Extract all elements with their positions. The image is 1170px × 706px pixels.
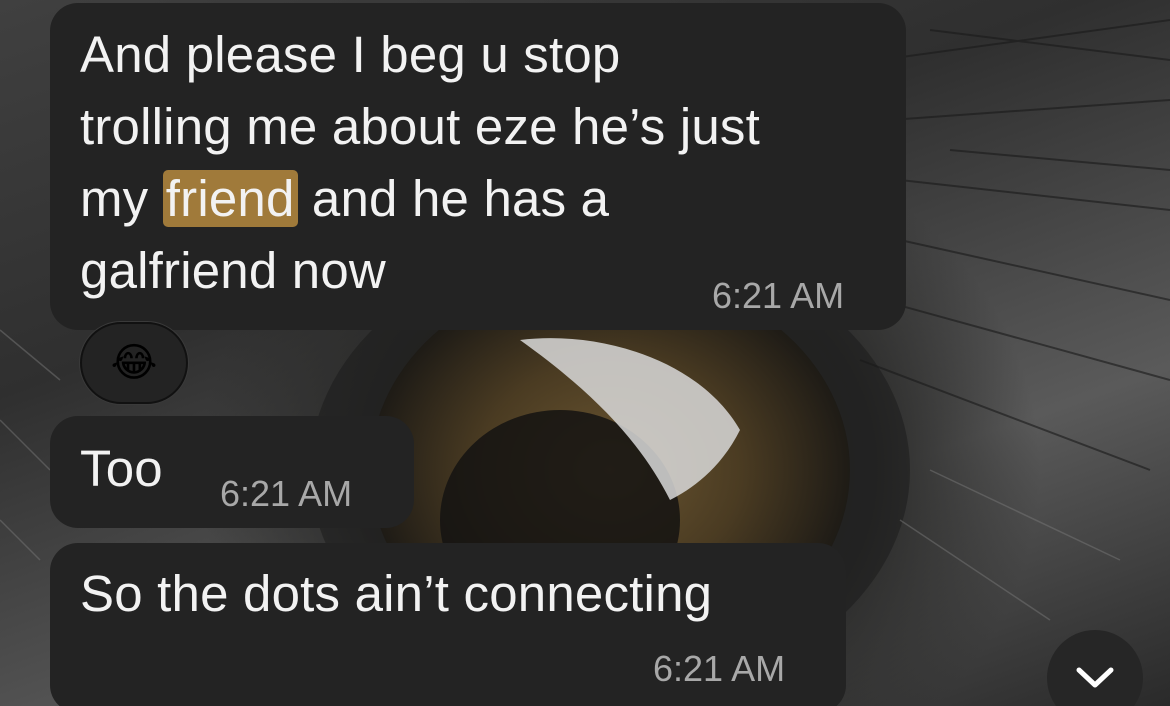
message-1-timestamp: 6:21 AM [712, 275, 845, 316]
chevron-down-icon [1076, 667, 1114, 688]
highlighted-word: friend [162, 170, 298, 227]
message-text-3: So the dots ain’t connecting [80, 565, 713, 622]
message-1-line-1: And please I beg u stop [80, 26, 621, 83]
tears-of-joy-emoji-icon: 😂 [110, 341, 158, 385]
message-text-2: Too [80, 440, 163, 497]
message-2-timestamp: 6:21 AM [220, 473, 353, 514]
message-3-timestamp: 6:21 AM [653, 648, 786, 689]
message-1-line-3-after: and he has a [297, 170, 610, 227]
message-text-1: And please I beg u stop trolling me abou… [80, 19, 760, 307]
message-1-line-3: my friend and he has a [80, 163, 760, 235]
message-1-line-3-before: my [80, 170, 163, 227]
message-bubble-2[interactable]: Too 6:21 AM [50, 416, 414, 528]
message-1-line-2: trolling me about eze he’s just [80, 98, 760, 155]
message-1-line-4: galfriend now [80, 242, 386, 299]
chat-screen: And please I beg u stop trolling me abou… [0, 0, 1170, 706]
message-bubble-3[interactable]: So the dots ain’t connecting 6:21 AM [50, 543, 846, 706]
message-bubble-1[interactable]: And please I beg u stop trolling me abou… [50, 3, 906, 330]
reaction-badge[interactable]: 😂 [80, 322, 188, 404]
